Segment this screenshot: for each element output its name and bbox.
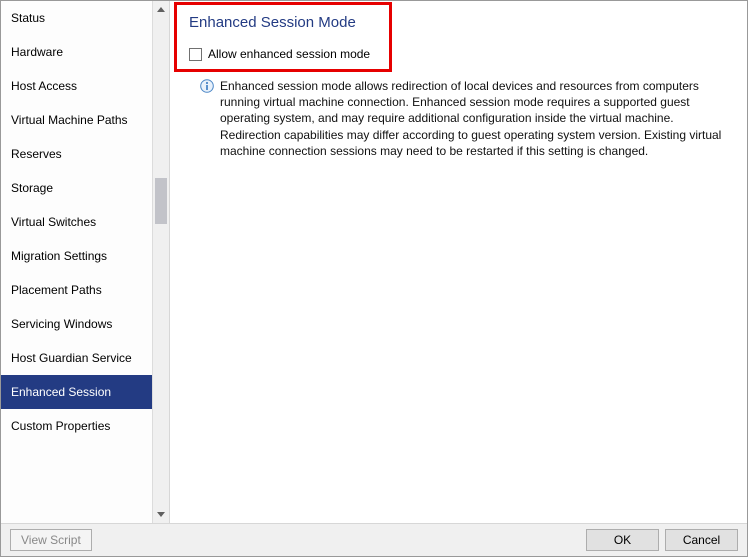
highlight-annotation: Enhanced Session Mode Allow enhanced ses… xyxy=(174,2,392,72)
sidebar-item-host-access[interactable]: Host Access xyxy=(1,69,169,103)
sidebar-item-label: Reserves xyxy=(11,147,62,161)
sidebar-item-label: Servicing Windows xyxy=(11,317,112,331)
info-text: Enhanced session mode allows redirection… xyxy=(220,78,727,159)
sidebar-item-enhanced-session[interactable]: Enhanced Session xyxy=(1,375,169,409)
sidebar-scrollbar[interactable] xyxy=(152,1,169,523)
settings-sidebar: Status Hardware Host Access Virtual Mach… xyxy=(1,1,170,523)
sidebar-item-label: Virtual Switches xyxy=(11,215,96,229)
checkbox-icon[interactable] xyxy=(189,48,202,61)
view-script-button[interactable]: View Script xyxy=(10,529,92,551)
sidebar-item-vm-paths[interactable]: Virtual Machine Paths xyxy=(1,103,169,137)
sidebar-item-label: Host Guardian Service xyxy=(11,351,132,365)
cancel-button[interactable]: Cancel xyxy=(665,529,738,551)
sidebar-item-migration-settings[interactable]: Migration Settings xyxy=(1,239,169,273)
main-area: Status Hardware Host Access Virtual Mach… xyxy=(1,1,747,523)
sidebar-item-label: Hardware xyxy=(11,45,63,59)
sidebar-item-label: Custom Properties xyxy=(11,419,110,433)
sidebar-item-label: Host Access xyxy=(11,79,77,93)
sidebar-item-hardware[interactable]: Hardware xyxy=(1,35,169,69)
scroll-up-icon[interactable] xyxy=(153,1,169,18)
sidebar-item-label: Status xyxy=(11,11,45,25)
sidebar-item-virtual-switches[interactable]: Virtual Switches xyxy=(1,205,169,239)
sidebar-item-custom-properties[interactable]: Custom Properties xyxy=(1,409,169,443)
sidebar-item-label: Enhanced Session xyxy=(11,385,111,399)
scrollbar-thumb[interactable] xyxy=(155,178,167,224)
dialog-footer: View Script OK Cancel xyxy=(1,523,747,556)
checkbox-label: Allow enhanced session mode xyxy=(208,47,370,61)
sidebar-item-reserves[interactable]: Reserves xyxy=(1,137,169,171)
ok-button[interactable]: OK xyxy=(586,529,659,551)
allow-enhanced-session-checkbox[interactable]: Allow enhanced session mode xyxy=(189,47,377,61)
sidebar-item-status[interactable]: Status xyxy=(1,1,169,35)
sidebar-item-label: Virtual Machine Paths xyxy=(11,113,128,127)
section-title: Enhanced Session Mode xyxy=(189,14,377,31)
sidebar-item-storage[interactable]: Storage xyxy=(1,171,169,205)
sidebar-item-label: Placement Paths xyxy=(11,283,102,297)
content-panel: Enhanced Session Mode Allow enhanced ses… xyxy=(170,1,747,523)
sidebar-item-servicing-windows[interactable]: Servicing Windows xyxy=(1,307,169,341)
sidebar-item-label: Storage xyxy=(11,181,53,195)
info-block: Enhanced session mode allows redirection… xyxy=(200,78,727,159)
sidebar-item-placement-paths[interactable]: Placement Paths xyxy=(1,273,169,307)
info-icon xyxy=(200,79,214,93)
scroll-down-icon[interactable] xyxy=(153,506,169,523)
sidebar-item-host-guardian-service[interactable]: Host Guardian Service xyxy=(1,341,169,375)
sidebar-item-label: Migration Settings xyxy=(11,249,107,263)
sidebar-list: Status Hardware Host Access Virtual Mach… xyxy=(1,1,169,523)
scrollbar-track[interactable] xyxy=(153,18,169,506)
